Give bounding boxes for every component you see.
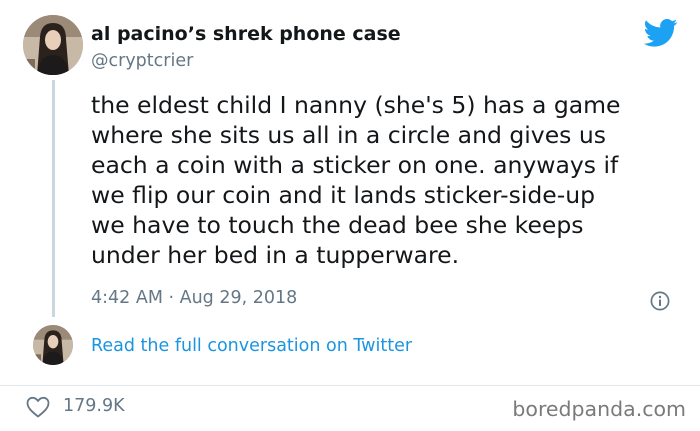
avatar-photo — [33, 325, 73, 365]
tweet-text-line: we flip our coin and it lands sticker-si… — [91, 181, 596, 209]
tweet-text-line: the eldest child I nanny (she's 5) has a… — [91, 91, 621, 119]
heart-icon[interactable] — [26, 396, 50, 418]
read-full-conversation-link[interactable]: Read the full conversation on Twitter — [91, 336, 412, 356]
conversation-avatar[interactable] — [33, 325, 73, 365]
twitter-bird-icon[interactable] — [643, 18, 678, 48]
avatar-photo — [23, 15, 83, 75]
likes-count: 179.9K — [63, 396, 125, 416]
tweet-text-line: under her bed in a tupperware. — [91, 241, 460, 269]
author-handle[interactable]: @cryptcrier — [91, 51, 193, 71]
info-icon[interactable] — [650, 291, 670, 311]
tweet-text-line: we have to touch the dead bee she keeps — [91, 211, 584, 239]
author-avatar[interactable] — [23, 15, 83, 75]
tweet-text: the eldest child I nanny (she's 5) has a… — [91, 90, 691, 270]
watermark: boredpanda.com — [512, 397, 686, 421]
tweet-text-line: each a coin with a sticker on one. anywa… — [91, 151, 619, 179]
tweet-timestamp[interactable]: 4:42 AM · Aug 29, 2018 — [91, 288, 297, 308]
tweet-card: al pacino’s shrek phone case @cryptcrier… — [0, 0, 700, 431]
thread-connector-line — [52, 80, 55, 317]
tweet-text-line: where she sits us all in a circle and gi… — [91, 121, 607, 149]
footer-divider — [0, 385, 700, 386]
author-display-name[interactable]: al pacino’s shrek phone case — [91, 23, 401, 45]
